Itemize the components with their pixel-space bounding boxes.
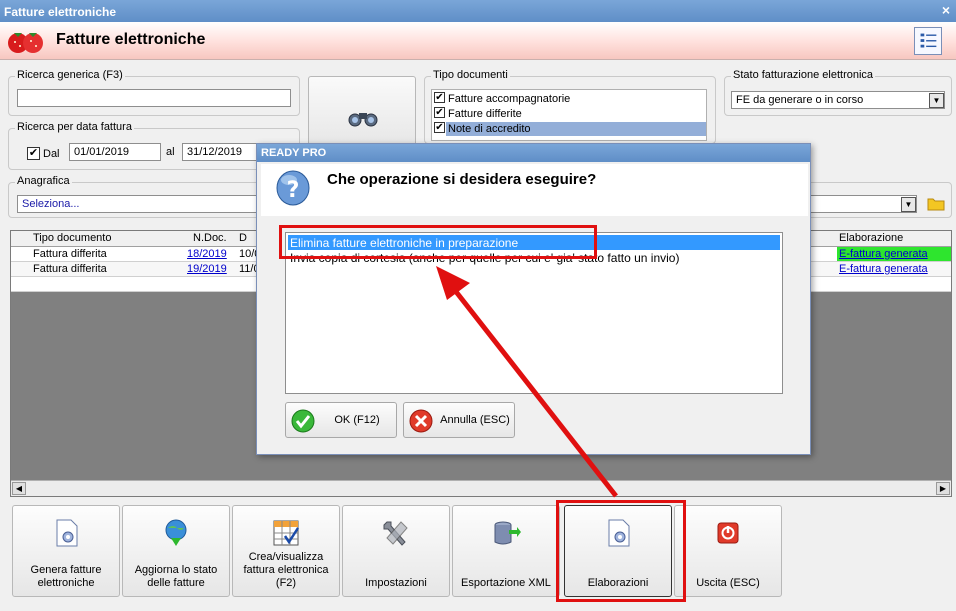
bottom-toolbar: Genera fatture elettroniche Aggiorna lo … [10,505,952,605]
einvoice-status-legend: Stato fatturazione elettronica [731,69,876,81]
doc-type-label-2: Note di accredito [448,123,531,135]
ok-label: OK (F12) [334,414,380,426]
col-tipo-documento[interactable]: Tipo documento [33,232,111,244]
document-gear-icon [56,519,78,547]
doc-type-label-1: Fatture differite [448,108,522,120]
cell-elab-link[interactable]: E-fattura generata [839,263,928,275]
check-icon [291,409,315,433]
doc-type-checkbox-2[interactable]: ✔ [434,122,445,133]
generic-search-legend: Ricerca generica (F3) [15,69,125,81]
horizontal-scrollbar[interactable]: ◀ ▶ [11,480,951,496]
xml-export-label: Esportazione XML [461,577,551,589]
date-from-input[interactable]: 01/01/2019 [69,143,161,161]
cancel-icon [409,409,433,433]
cancel-label: Annulla (ESC) [440,414,510,426]
col-elaborazione[interactable]: Elaborazione [839,232,903,244]
registry-legend: Anagrafica [15,175,72,187]
document-type-list: ✔ Fatture accompagnatorie ✔ Fatture diff… [431,89,707,141]
folder-icon[interactable] [927,195,945,211]
update-status-label: Aggiorna lo stato delle fatture [134,564,218,589]
exit-button[interactable]: Uscita (ESC) [674,505,782,597]
operation-dialog: READY PRO ? Che operazione si desidera e… [256,143,811,455]
scroll-left-icon[interactable]: ◀ [12,482,26,495]
update-status-button[interactable]: Aggiorna lo stato delle fatture [122,505,230,597]
dal-checkbox[interactable]: ✔ [27,147,40,160]
date-to-input[interactable]: 31/12/2019 [182,143,262,161]
close-icon[interactable]: × [942,2,950,18]
cell-elab-link[interactable]: E-fattura generata [839,248,928,260]
doc-type-checkbox-0[interactable]: ✔ [434,92,445,103]
cell-ndoc-link[interactable]: 19/2019 [187,263,227,275]
create-view-einvoice-button[interactable]: Crea/visualizza fattura elettronica (F2) [232,505,340,597]
strawberry-icon [8,33,43,53]
col-data[interactable]: D [239,232,247,244]
database-export-icon [494,521,521,545]
einvoice-status-group: Stato fatturazione elettronica FE da gen… [724,69,952,116]
cell-tipo: Fattura differita [33,248,107,260]
exit-label: Uscita (ESC) [696,577,760,589]
dialog-question: Che operazione si desidera eseguire? [327,171,597,188]
cancel-button[interactable]: Annulla (ESC) [403,402,515,438]
page-title: Fatture elettroniche [56,31,206,48]
question-icon: ? [276,170,310,206]
settings-button[interactable]: Impostazioni [342,505,450,597]
generic-search-input[interactable] [17,89,291,107]
dialog-header: ? Che operazione si desidera eseguire? [261,164,808,216]
grid-check-icon [273,520,300,546]
document-type-legend: Tipo documenti [431,69,510,81]
svg-text:?: ? [287,178,300,203]
scroll-right-icon[interactable]: ▶ [936,482,950,495]
col-ndoc[interactable]: N.Doc. [193,232,227,244]
cell-ndoc-link[interactable]: 18/2019 [187,248,227,260]
power-icon [717,522,739,544]
chevron-down-icon[interactable]: ▼ [901,197,916,212]
binoculars-icon [348,113,378,127]
doc-type-label-0: Fatture accompagnatorie [448,93,571,105]
generate-einvoices-label: Genera fatture elettroniche [30,564,102,589]
wrench-icon [383,521,408,546]
annotation-highlight-option [279,225,597,259]
window-titlebar: Fatture elettroniche × [0,0,956,22]
einvoice-status-select[interactable]: FE da generare o in corso [731,91,945,109]
dialog-title: READY PRO [257,144,810,162]
xml-export-button[interactable]: Esportazione XML [452,505,560,597]
al-label: al [166,146,175,158]
document-type-group: Tipo documenti ✔ Fatture accompagnatorie… [424,69,716,144]
doc-type-checkbox-1[interactable]: ✔ [434,107,445,118]
generic-search-group: Ricerca generica (F3) [8,69,300,116]
settings-label: Impostazioni [365,577,427,589]
list-menu-icon[interactable] [914,27,942,55]
cell-tipo: Fattura differita [33,263,107,275]
annotation-highlight-elaborations [556,500,686,602]
dal-label: Dal [43,148,60,160]
window-title: Fatture elettroniche [4,5,117,19]
date-search-legend: Ricerca per data fattura [15,121,134,133]
ok-button[interactable]: OK (F12) [285,402,397,438]
globe-download-icon [165,519,187,546]
generate-einvoices-button[interactable]: Genera fatture elettroniche [12,505,120,597]
chevron-down-icon[interactable]: ▼ [929,93,944,108]
app-header: Fatture elettroniche [0,22,956,60]
create-view-einvoice-label: Crea/visualizza fattura elettronica (F2) [243,551,329,589]
